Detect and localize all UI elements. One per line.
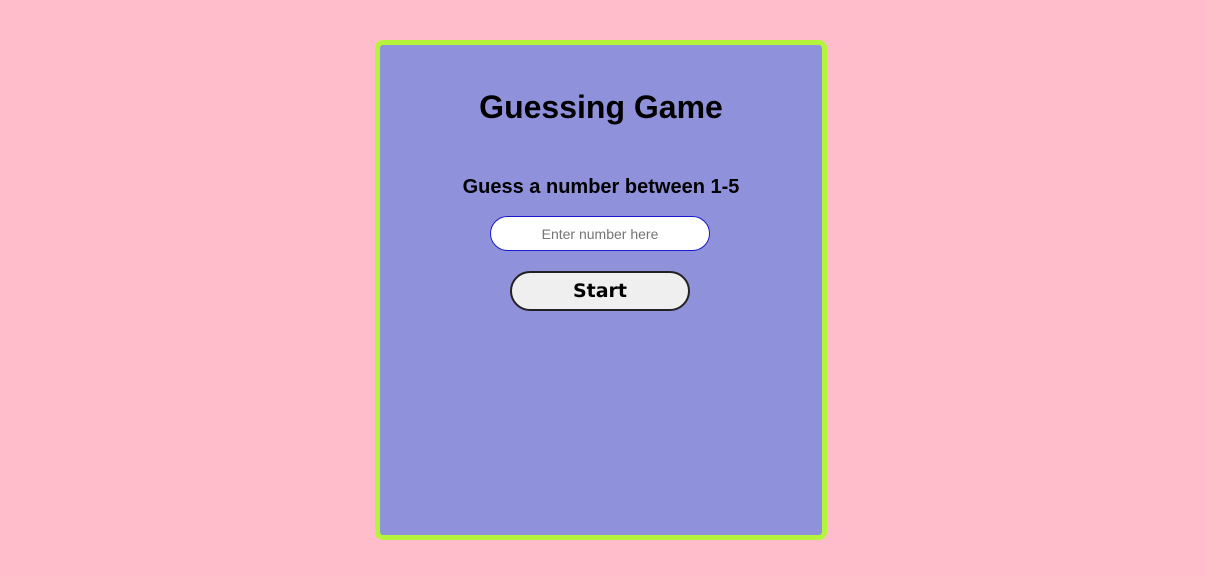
number-input[interactable] [490,216,710,251]
game-card: Guessing Game Guess a number between 1-5… [375,40,827,540]
start-button[interactable]: Start [510,271,690,311]
guess-prompt: Guess a number between 1-5 [462,176,740,198]
page-title: Guessing Game [479,89,723,125]
page: Guessing Game Guess a number between 1-5… [0,0,1207,576]
